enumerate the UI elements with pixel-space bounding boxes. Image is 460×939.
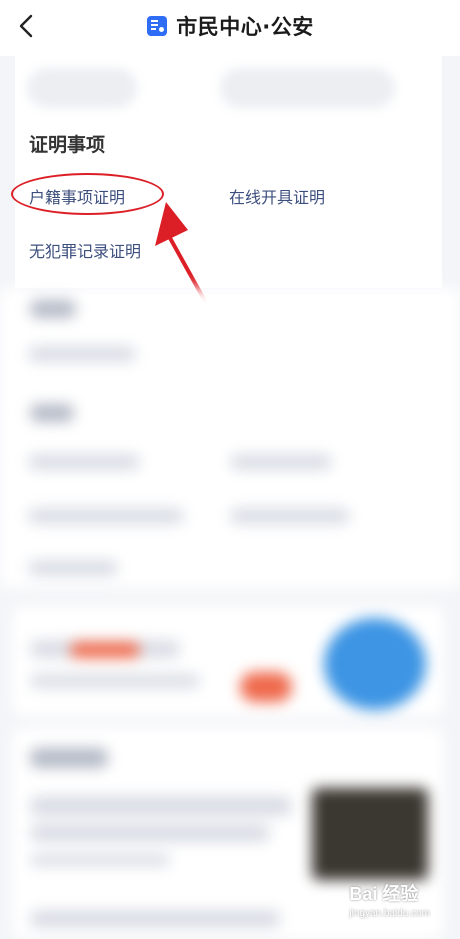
page-title-text: 市民中心·公安	[176, 15, 314, 39]
blurred-item	[27, 68, 137, 108]
blurred-text	[28, 454, 140, 470]
page-title: 市民中心·公安	[0, 10, 460, 42]
section-title: 证明事项	[29, 134, 106, 156]
blurred-text	[30, 910, 280, 928]
watermark-logo: Bai 经验	[349, 884, 419, 904]
blurred-text	[30, 824, 270, 842]
blurred-text	[28, 508, 184, 524]
blurred-highlight	[70, 642, 140, 658]
blurred-panel	[0, 288, 460, 588]
id-card-icon	[147, 16, 168, 36]
blurred-heading	[30, 404, 74, 422]
blurred-content	[0, 288, 460, 939]
blurred-text	[30, 796, 292, 816]
blurred-text	[230, 454, 332, 470]
blurred-illustration	[324, 618, 426, 710]
blurred-text	[30, 854, 170, 866]
watermark: Bai 经验 jingyan.baidu.com	[349, 880, 430, 919]
blurred-button	[240, 672, 292, 702]
blurred-text	[28, 560, 118, 576]
no-criminal-record-link[interactable]: 无犯罪记录证明	[29, 238, 141, 262]
watermark-url: jingyan.baidu.com	[349, 908, 430, 919]
blurred-item	[220, 68, 395, 108]
top-nav-bar: 市民中心·公安	[0, 0, 460, 56]
blurred-text	[28, 346, 136, 362]
blurred-photo	[312, 788, 428, 880]
blurred-text	[230, 508, 350, 524]
blurred-text	[30, 674, 200, 688]
blurred-heading	[30, 300, 76, 318]
blurred-heading	[30, 748, 108, 768]
